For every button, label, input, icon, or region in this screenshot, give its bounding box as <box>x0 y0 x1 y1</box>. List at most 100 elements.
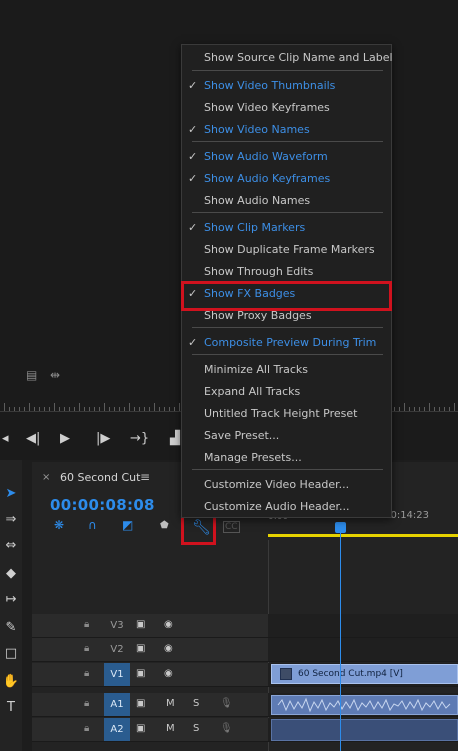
menu-item-customize-audio-header[interactable]: Customize Audio Header... <box>182 496 391 518</box>
ruler-tick <box>439 407 440 411</box>
captions-icon[interactable]: CC <box>223 521 240 533</box>
menu-separator <box>192 354 383 355</box>
film-icon[interactable]: ▣ <box>136 723 145 734</box>
menu-item-composite-preview-during-trim[interactable]: ✓ Composite Preview During Trim <box>182 332 391 354</box>
menu-item-show-audio-waveform[interactable]: ✓ Show Audio Waveform <box>182 146 391 168</box>
panel-menu-icon[interactable]: ≡ <box>140 470 150 484</box>
snap-icon[interactable]: ∩ <box>88 518 97 532</box>
menu-item-untitled-track-height-preset[interactable]: Untitled Track Height Preset <box>182 403 391 425</box>
ruler-tick <box>419 407 420 411</box>
go-to-out-icon[interactable]: →} <box>130 424 149 454</box>
insert-icon[interactable]: ▟ <box>170 424 180 454</box>
linked-selection-icon[interactable]: ◩ <box>122 518 133 532</box>
pen-tool-icon[interactable]: ✎ <box>0 620 22 635</box>
nest-icon[interactable]: ❋ <box>54 518 64 532</box>
step-back-icon[interactable]: ◂ <box>2 424 9 454</box>
track-name[interactable]: V1 <box>104 663 130 686</box>
ripple-edit-tool-icon[interactable]: ⇔ <box>0 538 22 553</box>
menu-item-label: Show Video Thumbnails <box>204 79 336 92</box>
close-tab-icon[interactable]: × <box>42 472 50 483</box>
ruler-tick <box>404 403 405 411</box>
track-header-v2[interactable]: 🔒︎ V2 ▣ ◉ <box>32 638 268 662</box>
eye-icon[interactable]: ◉ <box>164 619 173 630</box>
track-name[interactable]: V2 <box>104 638 130 661</box>
step-forward-frame-icon[interactable]: |▶ <box>96 424 110 454</box>
film-icon[interactable]: ▣ <box>136 668 145 679</box>
mute-button[interactable]: M <box>166 723 175 734</box>
menu-item-minimize-all-tracks[interactable]: Minimize All Tracks <box>182 359 391 381</box>
ruler-tick <box>54 403 55 411</box>
menu-item-label: Customize Audio Header... <box>204 500 350 513</box>
track-area-v2[interactable] <box>268 638 458 662</box>
playhead-timecode[interactable]: 00:00:08:08 <box>50 496 155 514</box>
mute-button[interactable]: M <box>166 698 175 709</box>
ruler-tick <box>49 407 50 411</box>
menu-item-show-video-keyframes[interactable]: Show Video Keyframes <box>182 97 391 119</box>
video-clip[interactable]: 60 Second Cut.mp4 [V] <box>271 664 458 684</box>
solo-button[interactable]: S <box>193 698 199 709</box>
eye-icon[interactable]: ◉ <box>164 668 173 679</box>
check-icon: ✓ <box>188 123 198 136</box>
menu-item-show-source-clip-name-and-label[interactable]: Show Source Clip Name and Label <box>182 47 393 69</box>
ruler-tick <box>414 407 415 411</box>
film-icon[interactable]: ▣ <box>136 698 145 709</box>
track-header-v1[interactable]: 🔒︎ V1 ▣ ◉ <box>32 663 268 687</box>
type-tool-icon[interactable]: T <box>0 700 22 715</box>
wrench-icon[interactable]: 🔧︎ <box>192 518 211 536</box>
lock-icon[interactable]: 🔒︎ <box>84 619 89 630</box>
track-header-a1[interactable]: 🔒︎ A1 ▣ M S 🎙︎ <box>32 693 268 717</box>
menu-item-label: Customize Video Header... <box>204 478 350 491</box>
track-header-v3[interactable]: 🔒︎ V3 ▣ ◉ <box>32 614 268 638</box>
lock-icon[interactable]: 🔒︎ <box>84 668 89 679</box>
solo-button[interactable]: S <box>193 723 199 734</box>
selection-tool-icon[interactable]: ➤ <box>0 486 22 501</box>
rectangle-tool-icon[interactable]: □ <box>0 646 22 661</box>
slip-tool-icon[interactable]: ↦ <box>0 592 22 607</box>
audio-clip-a1[interactable] <box>271 695 458 715</box>
ruler-tick <box>94 407 95 411</box>
razor-tool-icon[interactable]: ◆ <box>0 566 22 581</box>
menu-item-expand-all-tracks[interactable]: Expand All Tracks <box>182 381 391 403</box>
menu-separator <box>192 212 383 213</box>
mic-icon[interactable]: 🎙︎ <box>220 698 233 709</box>
menu-item-show-audio-names[interactable]: Show Audio Names <box>182 190 391 212</box>
lock-icon[interactable]: 🔒︎ <box>84 643 89 654</box>
menu-item-show-audio-keyframes[interactable]: ✓ Show Audio Keyframes <box>182 168 391 190</box>
work-area-bar[interactable] <box>268 534 458 537</box>
playhead-line[interactable] <box>340 533 341 751</box>
menu-item-show-through-edits[interactable]: Show Through Edits <box>182 261 391 283</box>
menu-item-save-preset[interactable]: Save Preset... <box>182 425 391 447</box>
lock-icon[interactable]: 🔒︎ <box>84 723 89 734</box>
track-name[interactable]: A1 <box>104 693 130 716</box>
menu-item-show-video-names[interactable]: ✓ Show Video Names <box>182 119 391 141</box>
step-back-frame-icon[interactable]: ◀| <box>26 424 40 454</box>
mic-icon[interactable]: 🎙︎ <box>220 723 233 734</box>
eye-icon[interactable]: ◉ <box>164 643 173 654</box>
hand-tool-icon[interactable]: ✋ <box>0 674 22 689</box>
safe-margins-icon[interactable]: ▤ <box>26 368 37 382</box>
menu-item-show-video-thumbnails[interactable]: ✓ Show Video Thumbnails <box>182 75 391 97</box>
playhead-handle[interactable] <box>335 522 346 533</box>
track-select-tool-icon[interactable]: ⇒ <box>0 512 22 527</box>
ruler-tick <box>59 407 60 411</box>
menu-item-show-clip-markers[interactable]: ✓ Show Clip Markers <box>182 217 391 239</box>
highlight-box-fx-badges <box>181 281 392 311</box>
track-header-a2[interactable]: 🔒︎ A2 ▣ M S 🎙︎ <box>32 718 268 742</box>
add-marker-icon[interactable]: ⬟ <box>160 520 169 531</box>
audio-clip-a2[interactable] <box>271 719 458 741</box>
film-icon[interactable]: ▣ <box>136 619 145 630</box>
film-icon[interactable]: ▣ <box>136 643 145 654</box>
menu-item-manage-presets[interactable]: Manage Presets... <box>182 447 391 469</box>
ruler-tick <box>24 407 25 411</box>
track-name[interactable]: V3 <box>104 614 130 637</box>
ruler-tick <box>434 407 435 411</box>
check-icon: ✓ <box>188 150 198 163</box>
lock-icon[interactable]: 🔒︎ <box>84 698 89 709</box>
ruler-tick <box>154 403 155 411</box>
play-icon[interactable]: ▶ <box>60 424 70 454</box>
marker-insert-icon[interactable]: ⇹ <box>50 368 60 382</box>
track-name[interactable]: A2 <box>104 718 130 741</box>
menu-item-show-duplicate-frame-markers[interactable]: Show Duplicate Frame Markers <box>182 239 391 261</box>
menu-item-customize-video-header[interactable]: Customize Video Header... <box>182 474 391 496</box>
track-area-v3[interactable] <box>268 614 458 638</box>
